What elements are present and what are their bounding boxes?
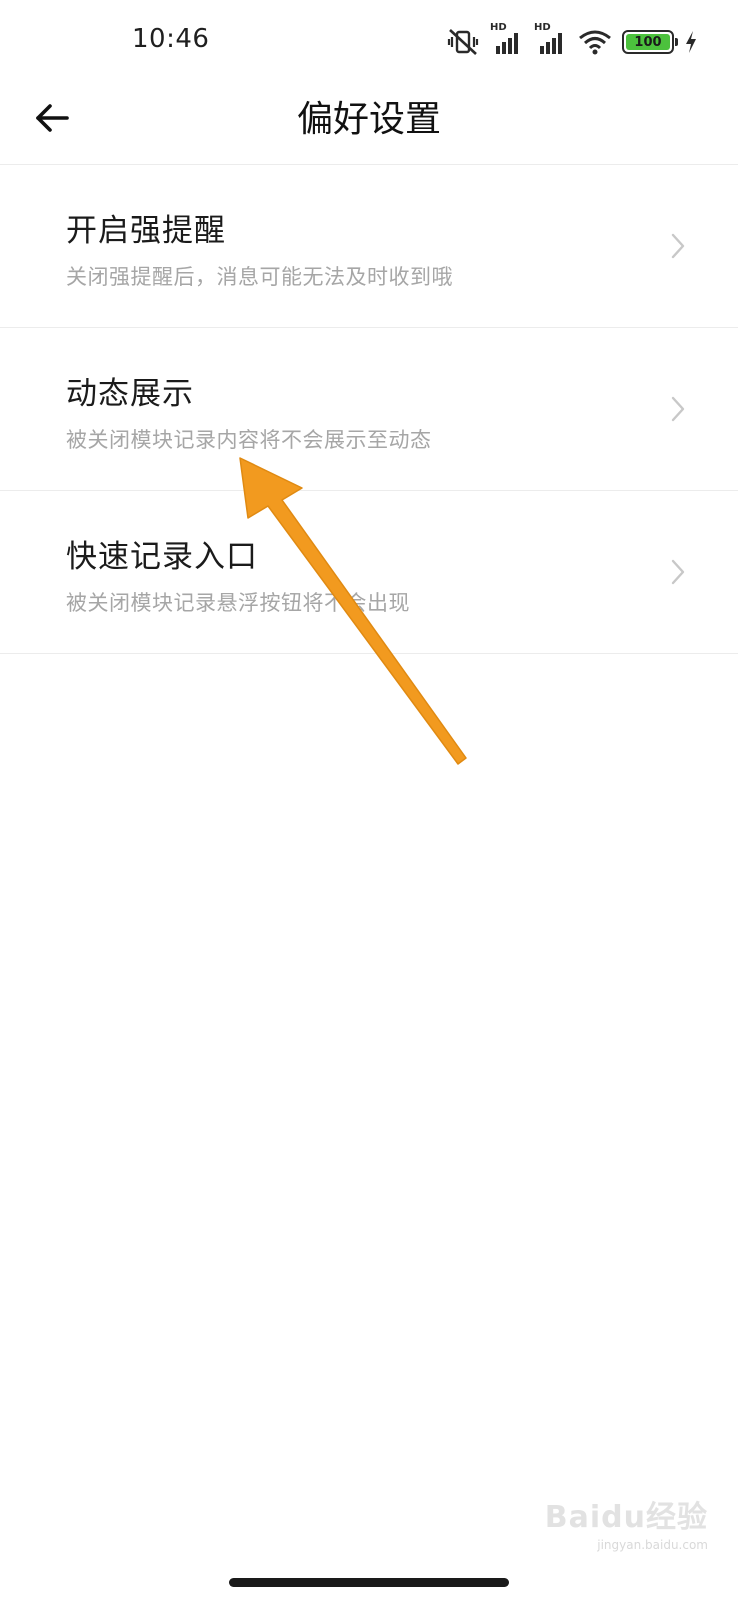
status-bar: 10:46 HD HD 100 [0, 0, 738, 84]
mute-vibrate-icon [446, 28, 480, 56]
status-time: 10:46 [132, 24, 210, 54]
header: 偏好设置 [0, 84, 738, 164]
battery-level: 100 [626, 34, 670, 50]
signal-1-label: HD [490, 22, 507, 33]
signal-hd-icon: HD [490, 22, 524, 56]
item-description: 被关闭模块记录内容将不会展示至动态 [66, 428, 432, 452]
item-description: 关闭强提醒后，消息可能无法及时收到哦 [66, 265, 453, 289]
signal-2-label: HD [534, 22, 551, 33]
settings-item-dynamic-display[interactable]: 动态展示 被关闭模块记录内容将不会展示至动态 [0, 328, 738, 491]
settings-list: 开启强提醒 关闭强提醒后，消息可能无法及时收到哦 动态展示 被关闭模块记录内容将… [0, 165, 738, 654]
settings-item-strong-reminder[interactable]: 开启强提醒 关闭强提醒后，消息可能无法及时收到哦 [0, 165, 738, 328]
settings-item-quick-record-entry[interactable]: 快速记录入口 被关闭模块记录悬浮按钮将不会出现 [0, 491, 738, 654]
item-description: 被关闭模块记录悬浮按钮将不会出现 [66, 591, 410, 615]
page-title: 偏好设置 [296, 99, 441, 140]
charging-bolt-icon [684, 30, 698, 54]
watermark: Baidu经验 jingyan.baidu.com [545, 1492, 708, 1552]
watermark-logo: Baidu经验 [544, 1500, 708, 1535]
chevron-right-icon [671, 396, 685, 422]
battery-icon: 100 [622, 30, 678, 54]
home-indicator[interactable] [229, 1578, 509, 1587]
wifi-icon [578, 28, 612, 56]
signal-hd-icon: HD [534, 22, 568, 56]
watermark-url: jingyan.baidu.com [597, 1538, 708, 1552]
chevron-right-icon [671, 559, 685, 585]
chevron-right-icon [671, 233, 685, 259]
item-title: 开启强提醒 [66, 213, 226, 249]
item-title: 动态展示 [66, 376, 194, 412]
status-icons: HD HD 100 [446, 22, 698, 58]
item-title: 快速记录入口 [66, 539, 258, 575]
